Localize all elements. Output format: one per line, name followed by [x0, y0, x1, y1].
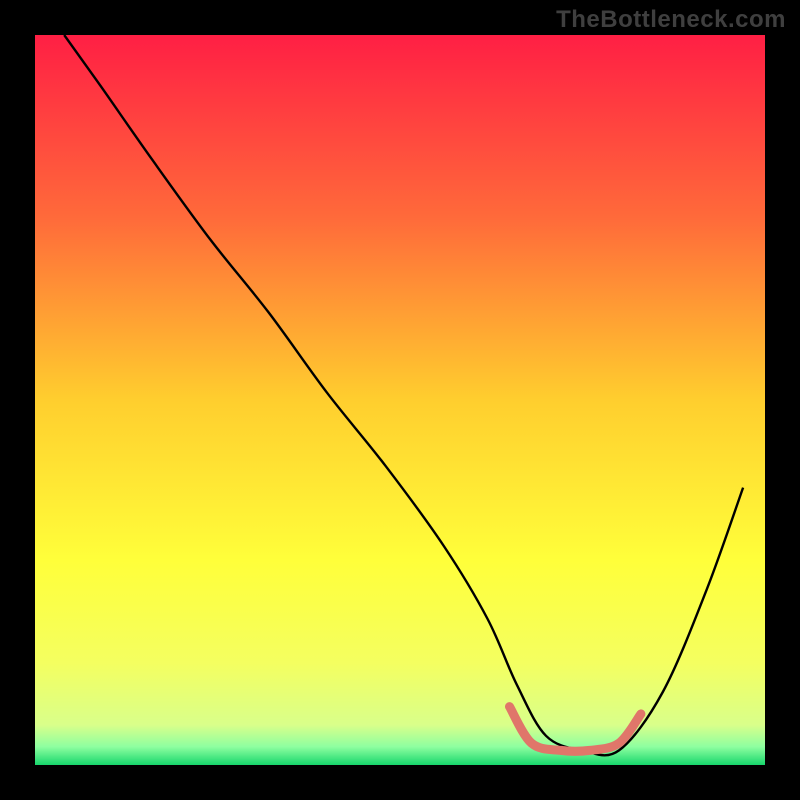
chart-stage: TheBottleneck.com [0, 0, 800, 800]
plot-background [35, 35, 765, 765]
chart-svg [0, 0, 800, 800]
watermark-text: TheBottleneck.com [556, 6, 786, 34]
